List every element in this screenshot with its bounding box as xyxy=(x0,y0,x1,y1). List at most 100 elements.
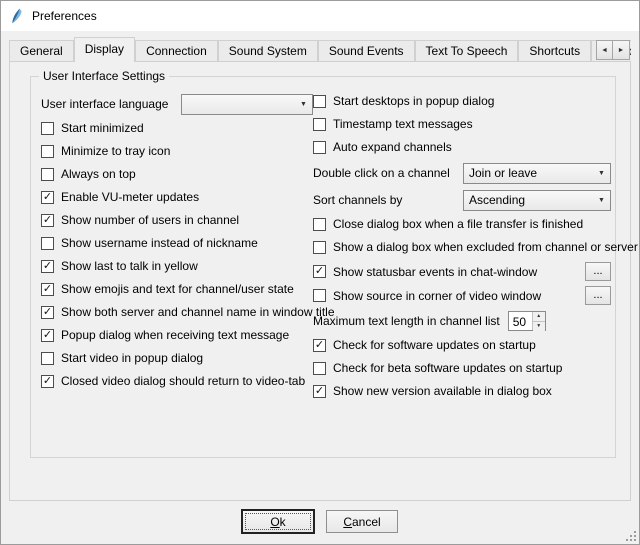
unchecked-checkbox-icon[interactable] xyxy=(313,218,326,231)
row-start-minimized[interactable]: Start minimized xyxy=(41,120,313,136)
row-sort-channels-by: Sort channels byAscending▼ xyxy=(313,189,611,211)
tab-scroll-left-button[interactable]: ◄ xyxy=(596,40,613,60)
tab-scroll-right-button[interactable]: ► xyxy=(613,40,630,60)
row-start-desktops-in-popup-dialog[interactable]: Start desktops in popup dialog xyxy=(313,93,611,109)
checkbox-label: Show source in corner of video window xyxy=(333,289,541,303)
dropdown[interactable]: Join or leave▼ xyxy=(463,163,611,184)
spinbox-value: 50 xyxy=(509,312,532,330)
checkbox-label: Show number of users in channel xyxy=(61,213,239,227)
tab-sound-system[interactable]: Sound System xyxy=(218,40,318,62)
checkbox-label: Show emojis and text for channel/user st… xyxy=(61,282,294,296)
checked-checkbox-icon[interactable]: ✓ xyxy=(41,214,54,227)
row-show-both-server-and-channel-name-in-window-title[interactable]: ✓Show both server and channel name in wi… xyxy=(41,304,313,320)
user-interface-settings-group: User Interface Settings User interface l… xyxy=(30,76,616,458)
checkbox-label: Always on top xyxy=(61,167,136,181)
resize-grip-icon[interactable] xyxy=(624,529,636,541)
unchecked-checkbox-icon[interactable] xyxy=(313,118,326,131)
checkbox-label: Closed video dialog should return to vid… xyxy=(61,374,305,388)
checkbox-label: Show last to talk in yellow xyxy=(61,259,198,273)
unchecked-checkbox-icon[interactable] xyxy=(41,352,54,365)
titlebar[interactable]: Preferences xyxy=(1,1,639,31)
checkbox-label: Timestamp text messages xyxy=(333,117,473,131)
field-label: Double click on a channel xyxy=(313,166,450,180)
row-start-video-in-popup-dialog[interactable]: Start video in popup dialog xyxy=(41,350,313,366)
row-show-username-instead-of-nickname[interactable]: Show username instead of nickname xyxy=(41,235,313,251)
row-show-new-version-available-in-dialog-box[interactable]: ✓Show new version available in dialog bo… xyxy=(313,383,611,399)
field-label: User interface language xyxy=(41,97,168,111)
left-settings-column: User interface language ▼ Start minimized M… xyxy=(41,93,313,396)
dropdown[interactable]: ▼ xyxy=(181,94,313,115)
checked-checkbox-icon[interactable]: ✓ xyxy=(41,375,54,388)
checkbox-label: Popup dialog when receiving text message xyxy=(61,328,289,342)
spin-down-button[interactable]: ▼ xyxy=(533,321,545,331)
checkbox-label: Start minimized xyxy=(61,121,144,135)
spinbox-maximum-text-length-in-channel-list[interactable]: 50▲▼ xyxy=(508,311,546,331)
checked-checkbox-icon[interactable]: ✓ xyxy=(41,260,54,273)
row-close-dialog-box-when-a-file-transfer-is-finished[interactable]: Close dialog box when a file transfer is… xyxy=(313,216,611,232)
tab-general[interactable]: General xyxy=(9,40,74,62)
cancel-button-label: Cancel xyxy=(327,515,397,529)
checkbox-label: Start desktops in popup dialog xyxy=(333,94,494,108)
preferences-dialog: Preferences GeneralDisplayConnectionSoun… xyxy=(0,0,640,545)
checked-checkbox-icon[interactable]: ✓ xyxy=(41,306,54,319)
row-popup-dialog-when-receiving-text-message[interactable]: ✓ Popup dialog when receiving text messag… xyxy=(41,327,313,343)
unchecked-checkbox-icon[interactable] xyxy=(313,289,326,302)
row-closed-video-dialog-should-return-to-video-tab[interactable]: ✓ Closed video dialog should return to vi… xyxy=(41,373,313,389)
unchecked-checkbox-icon[interactable] xyxy=(41,145,54,158)
more-options-button[interactable]: ... xyxy=(585,286,611,305)
spin-up-button[interactable]: ▲ xyxy=(533,312,545,321)
tab-display[interactable]: Display xyxy=(74,37,135,62)
checked-checkbox-icon[interactable]: ✓ xyxy=(313,339,326,352)
checkbox-label: Show statusbar events in chat-window xyxy=(333,265,537,279)
checkbox-label: Show both server and channel name in win… xyxy=(61,305,335,319)
row-check-for-software-updates-on-startup[interactable]: ✓Check for software updates on startup xyxy=(313,337,611,353)
dropdown[interactable]: Ascending▼ xyxy=(463,190,611,211)
checked-checkbox-icon[interactable]: ✓ xyxy=(313,265,326,278)
checkbox-label: Start video in popup dialog xyxy=(61,351,203,365)
dialog-footer: Ok Cancel xyxy=(1,510,639,533)
row-minimize-to-tray-icon[interactable]: Minimize to tray icon xyxy=(41,143,313,159)
checkbox-label: Enable VU-meter updates xyxy=(61,190,199,204)
tab-connection[interactable]: Connection xyxy=(135,40,218,62)
row-maximum-text-length-in-channel-list: Maximum text length in channel list50▲▼ xyxy=(313,310,611,332)
row-show-last-to-talk-in-yellow[interactable]: ✓ Show last to talk in yellow xyxy=(41,258,313,274)
checked-checkbox-icon[interactable]: ✓ xyxy=(41,191,54,204)
tab-sound-events[interactable]: Sound Events xyxy=(318,40,415,62)
unchecked-checkbox-icon[interactable] xyxy=(41,122,54,135)
unchecked-checkbox-icon[interactable] xyxy=(313,95,326,108)
row-enable-vu-meter-updates[interactable]: ✓ Enable VU-meter updates xyxy=(41,189,313,205)
row-show-source-in-corner-of-video-window[interactable]: Show source in corner of video window... xyxy=(313,286,611,305)
row-show-statusbar-events-in-chat-window[interactable]: ✓ Show statusbar events in chat-window... xyxy=(313,262,611,281)
chevron-down-icon: ▼ xyxy=(295,101,312,108)
tab-text-to-speech[interactable]: Text To Speech xyxy=(415,40,519,62)
unchecked-checkbox-icon[interactable] xyxy=(41,237,54,250)
row-show-emojis-and-text-for-channel-user-state[interactable]: ✓ Show emojis and text for channel/user s… xyxy=(41,281,313,297)
tab-scroll-control: ◄ ► xyxy=(596,40,630,60)
row-auto-expand-channels[interactable]: Auto expand channels xyxy=(313,139,611,155)
row-check-for-beta-software-updates-on-startup[interactable]: Check for beta software updates on start… xyxy=(313,360,611,376)
row-timestamp-text-messages[interactable]: Timestamp text messages xyxy=(313,116,611,132)
unchecked-checkbox-icon[interactable] xyxy=(41,168,54,181)
unchecked-checkbox-icon[interactable] xyxy=(313,141,326,154)
checked-checkbox-icon[interactable]: ✓ xyxy=(41,329,54,342)
checkbox-label: Minimize to tray icon xyxy=(61,144,170,158)
spinbox-buttons: ▲▼ xyxy=(532,312,545,330)
row-double-click-on-a-channel: Double click on a channel Join or leave▼ xyxy=(313,162,611,184)
cancel-button[interactable]: Cancel xyxy=(326,510,398,533)
unchecked-checkbox-icon[interactable] xyxy=(313,362,326,375)
tab-shortcuts[interactable]: Shortcuts xyxy=(518,40,591,62)
row-always-on-top[interactable]: Always on top xyxy=(41,166,313,182)
checkbox-label: Check for beta software updates on start… xyxy=(333,361,562,375)
checkbox-label: Close dialog box when a file transfer is… xyxy=(333,217,583,231)
ok-button[interactable]: Ok xyxy=(242,510,314,533)
checkbox-label: Show username instead of nickname xyxy=(61,236,258,250)
checked-checkbox-icon[interactable]: ✓ xyxy=(313,385,326,398)
groupbox-title: User Interface Settings xyxy=(39,69,169,83)
chevron-down-icon: ▼ xyxy=(593,170,610,177)
row-show-number-of-users-in-channel[interactable]: ✓ Show number of users in channel xyxy=(41,212,313,228)
dropdown-value: Join or leave xyxy=(464,166,593,180)
unchecked-checkbox-icon[interactable] xyxy=(313,241,326,254)
row-show-a-dialog-box-when-excluded-from-channel-or-server[interactable]: Show a dialog box when excluded from cha… xyxy=(313,239,611,255)
more-options-button[interactable]: ... xyxy=(585,262,611,281)
checked-checkbox-icon[interactable]: ✓ xyxy=(41,283,54,296)
